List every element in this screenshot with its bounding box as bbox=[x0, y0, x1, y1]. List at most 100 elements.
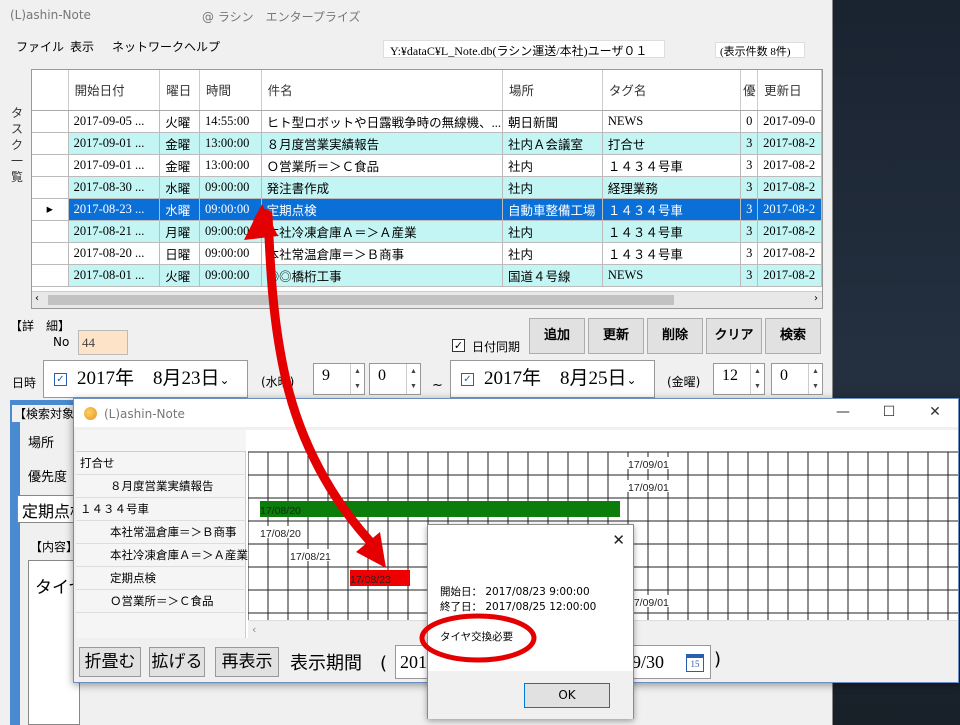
chevron-down-icon[interactable]: ⌄ bbox=[627, 373, 637, 387]
gantt-titlebar[interactable]: (L)ashin-Note — ☐ ✕ bbox=[74, 399, 958, 427]
maximize-icon[interactable]: ☐ bbox=[874, 402, 904, 424]
row-header[interactable] bbox=[32, 220, 69, 243]
table-cell-subject[interactable]: ８月度営業実績報告 bbox=[261, 132, 504, 155]
row-header[interactable]: ▸ bbox=[32, 198, 69, 221]
table-cell-subject[interactable]: 発注書作成 bbox=[261, 176, 504, 199]
chevron-down-icon[interactable]: ⌄ bbox=[220, 373, 230, 387]
table-cell-subject[interactable]: ヒト型ロボットや日露戦争時の無線機、... bbox=[261, 110, 504, 133]
table-cell-prio[interactable]: 0 bbox=[740, 110, 759, 133]
collapse-button[interactable]: 折畳む bbox=[79, 647, 141, 677]
spinner-arrows-icon[interactable]: ▲ ▼ bbox=[350, 364, 364, 394]
table-cell-date[interactable]: 2017-08-21 ... bbox=[68, 220, 161, 243]
table-cell-dow[interactable]: 火曜 bbox=[159, 264, 200, 287]
end-hour-spinner[interactable]: 12 ▲ ▼ bbox=[713, 363, 765, 395]
table-cell-time[interactable]: 09:00:00 bbox=[199, 198, 262, 221]
column-header[interactable]: 開始日付 bbox=[68, 70, 161, 111]
table-cell-tag[interactable]: １４３４号車 bbox=[602, 242, 742, 265]
scroll-left-icon[interactable]: ‹ bbox=[35, 293, 39, 304]
table-cell-prio[interactable]: 3 bbox=[740, 176, 759, 199]
gantt-row-label[interactable]: 打合せ bbox=[76, 452, 246, 475]
spinner-arrows-icon[interactable]: ▲ ▼ bbox=[808, 364, 822, 394]
refresh-button[interactable]: 再表示 bbox=[215, 647, 279, 677]
table-cell-subject[interactable]: 本社常温倉庫＝＞Ｂ商事 bbox=[261, 242, 504, 265]
delete-button[interactable]: 削除 bbox=[647, 318, 703, 354]
column-header[interactable]: 場所 bbox=[502, 70, 603, 111]
table-cell-updated[interactable]: 2017-08-2 bbox=[757, 242, 822, 265]
table-cell-place[interactable]: 社内Ａ会議室 bbox=[502, 132, 603, 155]
table-row[interactable]: 2017-09-05 ... 火曜 14:55:00 ヒト型ロボットや日露戦争時の無線… bbox=[32, 110, 822, 133]
row-header[interactable] bbox=[32, 264, 69, 287]
scroll-left-icon[interactable]: ‹ bbox=[252, 623, 256, 636]
table-cell-date[interactable]: 2017-08-20 ... bbox=[68, 242, 161, 265]
table-cell-date[interactable]: 2017-08-30 ... bbox=[68, 176, 161, 199]
minimize-icon[interactable]: — bbox=[828, 402, 858, 424]
table-cell-time[interactable]: 14:55:00 bbox=[199, 110, 262, 133]
start-date-check-icon[interactable]: ✓ bbox=[54, 373, 67, 387]
menu-file[interactable]: ファイル bbox=[16, 38, 64, 55]
table-cell-date[interactable]: 2017-09-01 ... bbox=[68, 154, 161, 177]
table-cell-updated[interactable]: 2017-08-2 bbox=[757, 264, 822, 287]
menu-network[interactable]: ネットワーク bbox=[112, 38, 184, 55]
table-cell-tag[interactable]: NEWS bbox=[602, 110, 742, 133]
table-cell-tag[interactable]: 打合せ bbox=[602, 132, 742, 155]
menu-view[interactable]: 表示 bbox=[70, 38, 94, 55]
calendar-icon[interactable]: 15 bbox=[686, 654, 704, 672]
ok-button[interactable]: OK bbox=[524, 683, 610, 708]
gantt-row-label[interactable]: Ｏ営業所＝＞Ｃ食品 bbox=[76, 590, 246, 613]
table-cell-date[interactable]: 2017-08-01 ... bbox=[68, 264, 161, 287]
scroll-right-icon[interactable]: › bbox=[814, 293, 818, 304]
table-cell-time[interactable]: 09:00:00 bbox=[199, 242, 262, 265]
spinner-arrows-icon[interactable]: ▲ ▼ bbox=[406, 364, 420, 394]
table-cell-dow[interactable]: 水曜 bbox=[159, 198, 200, 221]
table-cell-date[interactable]: 2017-09-05 ... bbox=[68, 110, 161, 133]
table-cell-dow[interactable]: 金曜 bbox=[159, 154, 200, 177]
table-cell-prio[interactable]: 3 bbox=[740, 154, 759, 177]
table-cell-time[interactable]: 09:00:00 bbox=[199, 220, 262, 243]
task-grid[interactable]: 開始日付 曜日 時間 件名 場所 タグ名 優 更新日 2017-09-05 ..… bbox=[31, 69, 823, 309]
update-button[interactable]: 更新 bbox=[588, 318, 644, 354]
table-cell-prio[interactable]: 3 bbox=[740, 220, 759, 243]
table-cell-tag[interactable]: NEWS bbox=[602, 264, 742, 287]
start-hour-spinner[interactable]: 9 ▲ ▼ bbox=[313, 363, 365, 395]
table-cell-updated[interactable]: 2017-08-2 bbox=[757, 154, 822, 177]
table-cell-place[interactable]: 国道４号線 bbox=[502, 264, 603, 287]
row-header[interactable] bbox=[32, 176, 69, 199]
table-cell-tag[interactable]: １４３４号車 bbox=[602, 154, 742, 177]
date-sync-checkbox[interactable]: ✓ bbox=[452, 339, 465, 352]
table-cell-subject[interactable]: Ｏ営業所＝＞Ｃ食品 bbox=[261, 154, 504, 177]
table-row[interactable]: 2017-08-20 ... 日曜 09:00:00 本社常温倉庫＝＞Ｂ商事 社内 １４３… bbox=[32, 242, 822, 265]
spinner-arrows-icon[interactable]: ▲ ▼ bbox=[750, 364, 764, 394]
add-button[interactable]: 追加 bbox=[529, 318, 585, 354]
table-cell-date[interactable]: 2017-08-23 ... bbox=[68, 198, 161, 221]
table-cell-prio[interactable]: 3 bbox=[740, 198, 759, 221]
table-cell-updated[interactable]: 2017-09-0 bbox=[757, 110, 822, 133]
start-date-picker[interactable]: ✓ 2017年 8月23日⌄ bbox=[43, 360, 248, 398]
table-cell-dow[interactable]: 水曜 bbox=[159, 176, 200, 199]
menu-help[interactable]: ヘルプ bbox=[184, 38, 220, 55]
subject-field[interactable]: 定期点検 bbox=[17, 495, 79, 523]
table-cell-time[interactable]: 13:00:00 bbox=[199, 132, 262, 155]
table-cell-tag[interactable]: １４３４号車 bbox=[602, 220, 742, 243]
gantt-row-label[interactable]: ８月度営業実績報告 bbox=[76, 475, 246, 498]
start-minute-spinner[interactable]: 0 ▲ ▼ bbox=[369, 363, 421, 395]
column-header[interactable]: 件名 bbox=[261, 70, 504, 111]
table-cell-updated[interactable]: 2017-08-2 bbox=[757, 198, 822, 221]
table-cell-subject[interactable]: ◎◎橋桁工事 bbox=[261, 264, 504, 287]
table-cell-place[interactable]: 社内 bbox=[502, 242, 603, 265]
table-cell-tag[interactable]: １４３４号車 bbox=[602, 198, 742, 221]
column-header[interactable]: タグ名 bbox=[602, 70, 742, 111]
gantt-row-label[interactable]: 本社冷凍倉庫Ａ＝＞Ａ産業 bbox=[76, 544, 248, 567]
clear-button[interactable]: クリア bbox=[706, 318, 762, 354]
table-cell-date[interactable]: 2017-09-01 ... bbox=[68, 132, 161, 155]
table-cell-time[interactable]: 13:00:00 bbox=[199, 154, 262, 177]
table-cell-prio[interactable]: 3 bbox=[740, 264, 759, 287]
table-cell-subject[interactable]: 定期点検 bbox=[261, 198, 504, 221]
column-header[interactable]: 時間 bbox=[199, 70, 262, 111]
search-button[interactable]: 検索 bbox=[765, 318, 821, 354]
close-icon[interactable]: ✕ bbox=[612, 531, 625, 549]
table-row[interactable]: ▸ 2017-08-23 ... 水曜 09:00:00 定期点検 自動車整備工場 １４３４… bbox=[32, 198, 822, 221]
column-header[interactable]: 優 bbox=[740, 70, 759, 111]
table-cell-updated[interactable]: 2017-08-2 bbox=[757, 220, 822, 243]
no-field[interactable]: 44 bbox=[78, 330, 128, 355]
table-cell-prio[interactable]: 3 bbox=[740, 242, 759, 265]
